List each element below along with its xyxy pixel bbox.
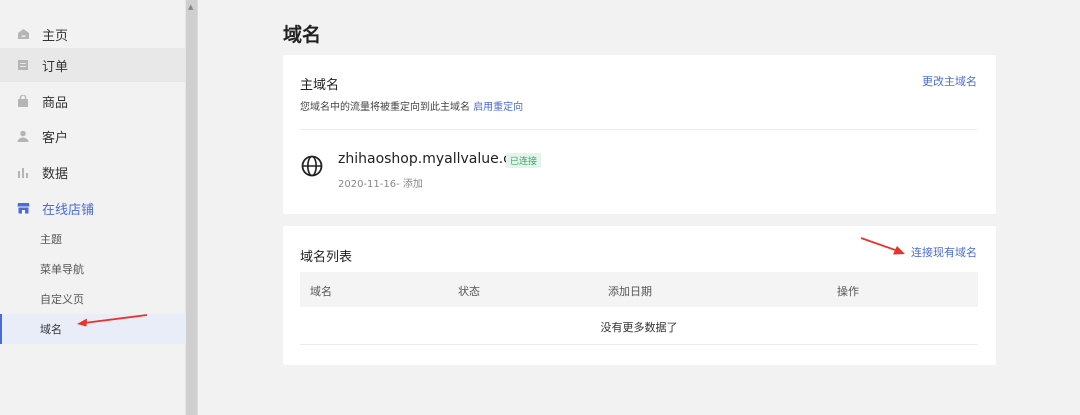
sidebar-subitem-custom-page[interactable]: 自定义页 [0,284,186,314]
sidebar-subitem-theme[interactable]: 主题 [0,224,186,254]
sidebar-item-label: 主页 [42,28,69,44]
page-title: 域名 [283,24,322,46]
home-icon [16,27,30,41]
sidebar-item-label: 客户 [42,130,69,146]
sidebar-item-label: 订单 [42,59,69,75]
sidebar-subitem-label: 主题 [40,233,62,246]
primary-domain-card: 主域名 更改主域名 您域名中的流量将被重定向到此主域名 启用重定向 zhihao… [283,55,996,214]
sidebar-subitem-label: 菜单导航 [40,263,84,276]
sidebar-item-label: 数据 [42,166,69,182]
sidebar-item-data[interactable]: 数据 [0,155,186,189]
sidebar-item-products[interactable]: 商品 [0,84,186,118]
enable-redirect-link[interactable]: 启用重定向 [473,102,523,113]
sidebar-subitem-label: 域名 [40,323,62,336]
primary-domain-title: 主域名 [300,78,340,93]
online-store-icon [16,201,30,215]
domain-list-title: 域名列表 [300,250,353,265]
domain-added-date: 2020-11-16- 添加 [338,179,423,190]
customer-icon [16,129,30,143]
sidebar-item-customers[interactable]: 客户 [0,119,186,153]
redirect-description-text: 您域名中的流量将被重定向到此主域名 [300,102,470,113]
divider [197,0,198,415]
data-chart-icon [16,165,30,179]
divider [300,129,977,130]
table-header: 域名 状态 添加日期 操作 [300,272,978,307]
sidebar-item-home[interactable]: 主页 [0,17,186,51]
empty-state-text: 没有更多数据了 [600,321,678,334]
scroll-up-arrow-icon[interactable]: ▲ [188,3,193,11]
change-primary-domain-link[interactable]: 更改主域名 [922,73,977,89]
redirect-description: 您域名中的流量将被重定向到此主域名 启用重定向 [300,98,523,113]
sidebar-subitem-menu-navigation[interactable]: 菜单导航 [0,254,186,284]
sidebar-item-online-store[interactable]: 在线店铺 [0,191,186,225]
sidebar-item-label: 在线店铺 [42,202,95,218]
globe-icon [301,155,323,177]
table-empty-row: 没有更多数据了 [300,307,978,345]
sidebar: 主页 订单 商品 客户 数据 在线店铺 主题 菜单导航 自定义页 域名 [0,0,186,415]
column-header-date-added: 添加日期 [608,285,652,298]
sidebar-subitem-label: 自定义页 [40,293,84,306]
sidebar-item-orders[interactable]: 订单 [0,48,186,82]
annotation-arrow-icon [77,314,148,327]
column-header-domain: 域名 [310,285,332,298]
connect-existing-domain-link[interactable]: 连接现有域名 [911,244,977,260]
product-bag-icon [16,94,30,108]
sidebar-item-label: 商品 [42,95,69,111]
primary-domain-name: zhihaoshop.myallvalue.com [338,151,534,167]
orders-icon [16,58,30,72]
annotation-arrow-icon [860,237,905,255]
column-header-actions: 操作 [837,285,859,298]
column-header-status: 状态 [458,285,480,298]
status-badge: 已连接 [506,153,542,168]
sidebar-scrollbar[interactable]: ▲ [186,0,197,415]
